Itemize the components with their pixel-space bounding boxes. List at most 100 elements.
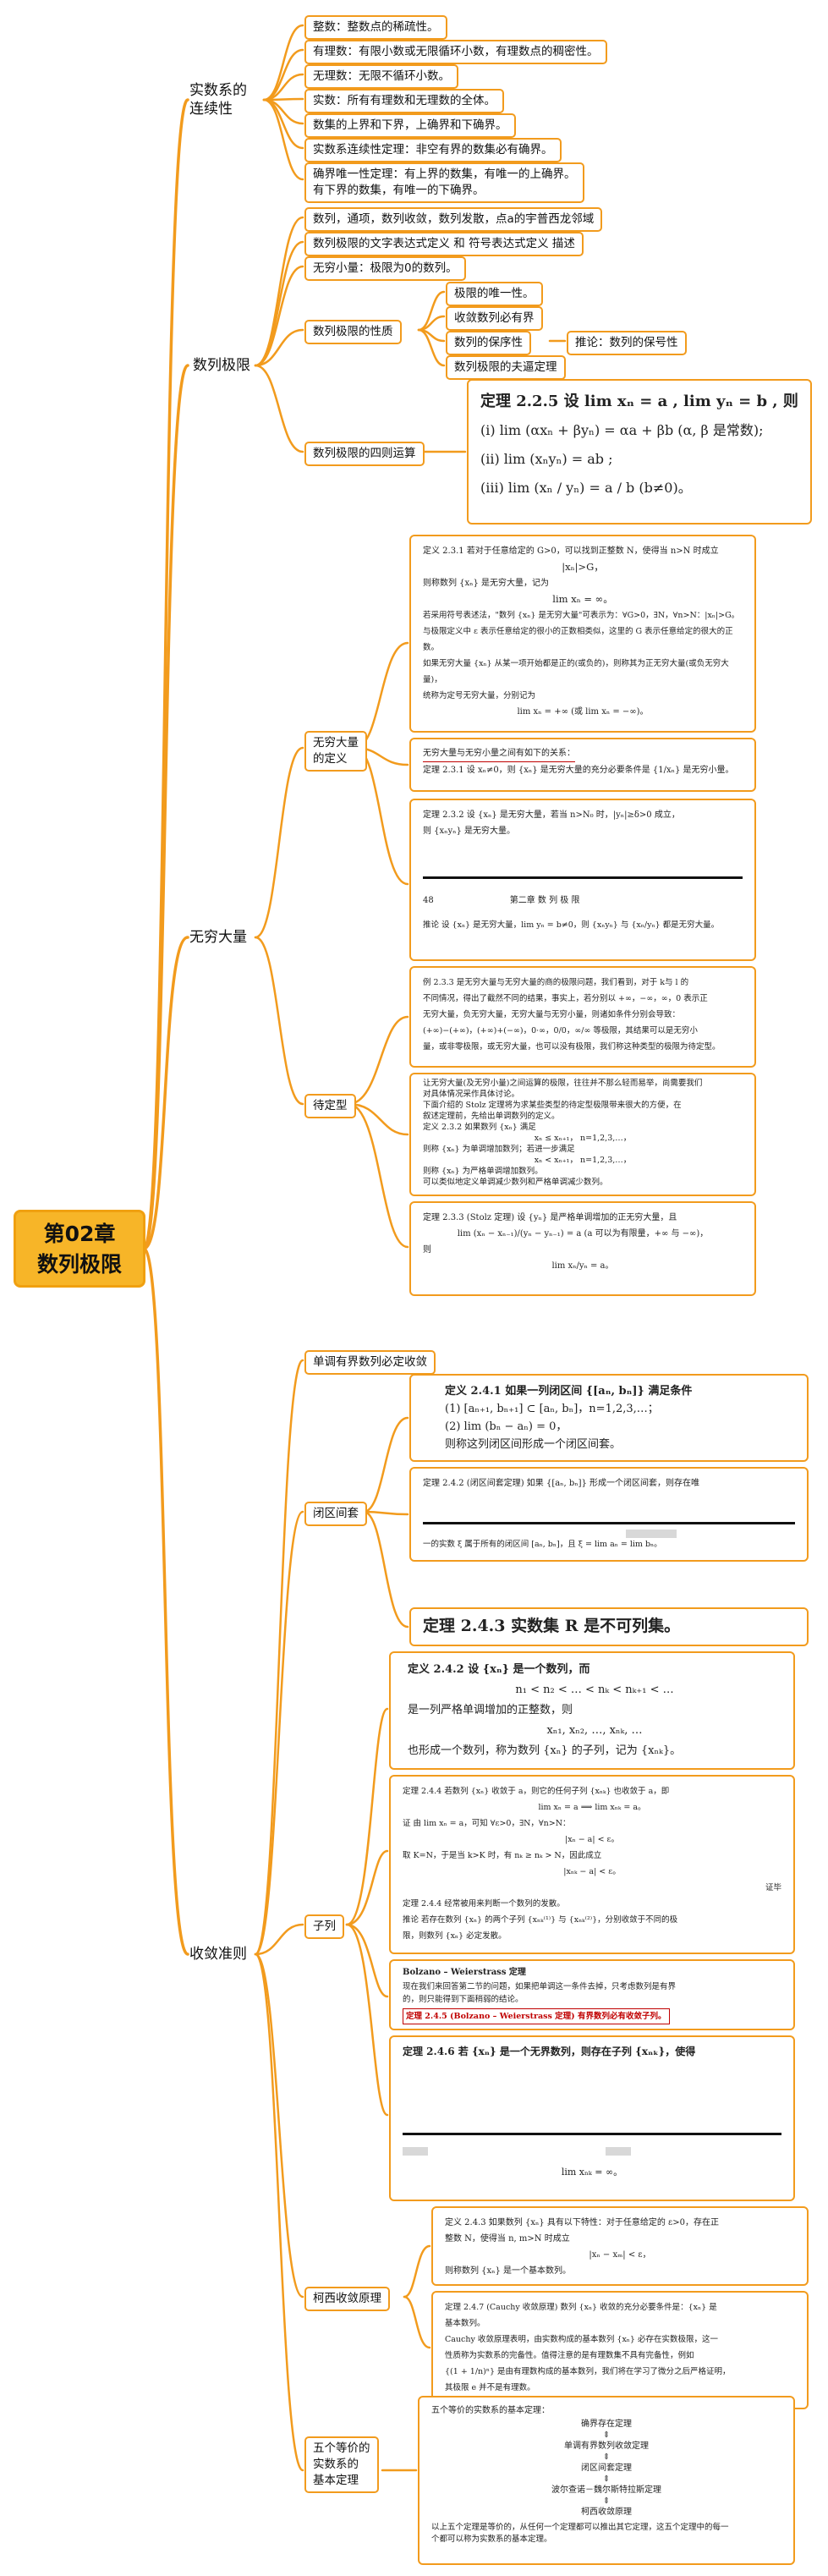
leaf-limit-definition[interactable]: 数列极限的文字表达式定义 和 符号表达式定义 描述 xyxy=(304,232,584,256)
topic-completeness-line1: 实数系的 xyxy=(189,82,247,99)
thm-2-4-4-l9: 推论 若存在数列 {xₙ} 的两个子列 {xₙₖ⁽¹⁾} 与 {xₙₖ⁽²⁾}，… xyxy=(403,1915,678,1925)
def-2-4-2-l3: 是一列严格单调增加的正整数，则 xyxy=(408,1704,573,1716)
def-2-3-1-l5: 若采用符号表述法，"数列 {xₙ} 是无穷大量"可表示为：∀G>0，∃N，∀n>… xyxy=(423,611,740,620)
leaf-squeeze[interactable]: 数列极限的夫逼定理 xyxy=(446,355,566,380)
topic-completeness-line2: 连续性 xyxy=(189,101,233,118)
def-2-3-1-l7: 如果无穷大量 {xₙ} 从某一项开始都是正的(或负的)，则称其为正无穷大量(或负… xyxy=(423,659,729,684)
thm-2-4-7-l4: 性质称为实数系的完备性。值得注意的是有理数集不具有完备性，例如 xyxy=(445,2351,694,2360)
leaf-uniqueness[interactable]: 极限的唯一性。 xyxy=(446,282,543,306)
leaf-limit-properties[interactable]: 数列极限的性质 xyxy=(304,320,402,344)
leaf-bounded[interactable]: 收敛数列必有界 xyxy=(446,306,543,331)
root-topic[interactable]: 第02章 数列极限 xyxy=(14,1210,145,1288)
theorem-2-2-5-head: 定理 2.2.5 设 lim xₙ = a , lim yₙ = b , 则 xyxy=(480,393,798,410)
stolz-l1: 定理 2.3.3 (Stolz 定理) 设 {yₙ} 是严格单调增加的正无穷大量… xyxy=(423,1213,677,1222)
card-monotone-definition[interactable]: 让无穷大量(及无穷小量)之间运算的极限，往往并不那么轻而易举，尚需要我们 对具体… xyxy=(409,1073,756,1196)
thm-2-4-2-l2: 一的实数 ξ 属于所有的闭区间 [aₙ, bₙ]，且 ξ = lim aₙ = … xyxy=(423,1540,662,1549)
equiv-leaf-line3: 基本定理 xyxy=(313,2474,359,2487)
leaf-cauchy[interactable]: 柯西收敛原理 xyxy=(304,2287,390,2311)
card-theorem-2-2-5[interactable]: 定理 2.2.5 设 lim xₙ = a , lim yₙ = b , 则 (… xyxy=(467,379,812,525)
topic-convergence-criteria[interactable]: 收敛准则 xyxy=(189,1945,247,1964)
card-theorem-2-4-6[interactable]: 定理 2.4.6 若 {xₙ} 是一个无界数列，则存在子列 {xₙₖ}，使得 l… xyxy=(389,2035,795,2201)
stolz-pre-l9: 则称 {xₙ} 为严格单调增加数列。 xyxy=(423,1167,543,1176)
card-cauchy-theorem[interactable]: 定理 2.4.7 (Cauchy 收敛原理) 数列 {xₙ} 收敛的充分必要条件… xyxy=(431,2291,809,2409)
def-2-4-3-l2: 整数 N，使得当 n, m>N 时成立 xyxy=(445,2234,570,2244)
page-number: 48 xyxy=(423,896,434,905)
thm-2-4-7-l6: 其极限 e 并不是有理数。 xyxy=(445,2383,535,2392)
thm-2-4-6-rule xyxy=(403,2060,781,2135)
topic-infinity[interactable]: 无穷大量 xyxy=(189,928,247,947)
thm-2-4-3-text: 定理 2.4.3 实数集 R 是不可列集。 xyxy=(423,1617,681,1635)
stolz-l2: lim (xₙ − xₙ₋₁)/(yₙ − yₙ₋₁) = a (a 可以为有限… xyxy=(457,1229,709,1239)
stolz-l4: lim xₙ/yₙ = a。 xyxy=(551,1261,614,1271)
bolzano-title: Bolzano – Weierstrass 定理 xyxy=(403,1968,526,1977)
def-2-4-3-l1: 定义 2.4.3 如果数列 {xₙ} 具有以下特性：对于任意给定的 ε>0，存在… xyxy=(445,2218,719,2227)
bolzano-l3: 定理 2.4.5 (Bolzano – Weierstrass 定理) 有界数列… xyxy=(403,2008,670,2024)
thm-2-4-7-l2: 基本数列。 xyxy=(445,2319,485,2328)
thm-2-4-4-l6: |xₙₖ − a| < ε。 xyxy=(563,1867,621,1876)
leaf-sign-preserving[interactable]: 推论：数列的保号性 xyxy=(567,331,687,355)
def-2-3-1-l9: lim xₙ = +∞ (或 lim xₙ = −∞)。 xyxy=(517,707,649,717)
leaf-rationals[interactable]: 有理数：有限小数或无限循环小数，有理数点的稠密性。 xyxy=(304,40,607,64)
leaf-supremum-uniqueness[interactable]: 确界唯一性定理：有上界的数集，有唯一的上确界。 有下界的数集，有唯一的下确界。 xyxy=(304,162,584,203)
def-2-3-1-l8: 统称为定号无穷大量，分别记为 xyxy=(423,691,536,700)
topic-completeness[interactable]: 实数系的 连续性 xyxy=(189,81,247,118)
card-stolz-theorem[interactable]: 定理 2.3.3 (Stolz 定理) 设 {yₙ} 是严格单调增加的正无穷大量… xyxy=(409,1201,756,1296)
indeterminate-l4: (+∞)−(+∞)，(+∞)+(−∞)，0·∞，0/0，∞/∞ 等极限，其结果可… xyxy=(423,1026,698,1035)
def-2-4-1-l1: 定义 2.4.1 如果一列闭区间 {[aₙ, bₙ]} 满足条件 xyxy=(445,1385,693,1398)
card-definition-2-4-1[interactable]: 定义 2.4.1 如果一列闭区间 {[aₙ, bₙ]} 满足条件 (1) [aₙ… xyxy=(409,1374,809,1462)
card-bolzano-weierstrass[interactable]: Bolzano – Weierstrass 定理 现在我们来回答第二节的问题，如… xyxy=(389,1959,795,2030)
theorem-2-2-5-i: (i) lim (αxₙ + βyₙ) = αa + βb (α, β 是常数)… xyxy=(480,422,764,438)
leaf-equivalent-theorems[interactable]: 五个等价的 实数系的 基本定理 xyxy=(304,2436,379,2493)
card-theorem-2-4-3[interactable]: 定理 2.4.3 实数集 R 是不可列集。 xyxy=(409,1607,809,1646)
equiv-item-3: 闭区间套定理 xyxy=(581,2463,632,2473)
leaf-infinity-definition[interactable]: 无穷大量的定义 xyxy=(304,731,367,772)
card-theorem-2-3-1[interactable]: 无穷大量与无穷小量之间有如下的关系： 定理 2.3.1 设 xₙ≠0，则 {xₙ… xyxy=(409,738,756,792)
equiv-arrow-1: ⇕ xyxy=(602,2430,611,2440)
equiv-item-2: 单调有界数列收敛定理 xyxy=(564,2441,649,2451)
indeterminate-l2: 不同情况，得出了截然不同的结果，事实上，若分别以 +∞，−∞，∞，0 表示正 xyxy=(423,994,708,1003)
card-indeterminate-forms[interactable]: 例 2.3.3 是无穷大量与无穷大量的商的极限问题，我们看到，对于 k与 l 的… xyxy=(409,966,756,1068)
indeterminate-l5: 量，或非零极限，或无穷大量，也可以没有极限，我们称这种类型的极限为待定型。 xyxy=(423,1042,721,1052)
stolz-pre-l5: 定义 2.3.2 如果数列 {xₙ} 满足 xyxy=(423,1123,536,1132)
blurred-strip xyxy=(423,1524,795,1538)
leaf-continuity-theorem[interactable]: 实数系连续性定理：非空有界的数集必有确界。 xyxy=(304,138,562,162)
stolz-pre-l10: 可以类似地定义单调减少数列和严格单调减少数列。 xyxy=(423,1178,608,1187)
leaf-reals[interactable]: 实数：所有有理数和无理数的全体。 xyxy=(304,89,504,113)
leaf-monotone-bounded[interactable]: 单调有界数列必定收敛 xyxy=(304,1350,436,1375)
def-2-3-1-l2: |xₙ|>G， xyxy=(562,561,604,573)
card-theorem-2-3-2[interactable]: 定理 2.3.2 设 {xₙ} 是无穷大量，若当 n>N₀ 时，|yₙ|≥δ>0… xyxy=(409,799,756,961)
supremum-uniqueness-line2: 有下界的数集，有唯一的下确界。 xyxy=(313,184,485,197)
equiv-leaf-line1: 五个等价的 xyxy=(313,2441,370,2455)
stolz-pre-l6: xₙ ≤ xₙ₊₁， n=1,2,3,…， xyxy=(534,1134,632,1143)
thm-2-4-2-rule xyxy=(423,1491,795,1524)
leaf-sequence-basics[interactable]: 数列，通项，数列收敛，数列发散，点a的宇普西龙邻域 xyxy=(304,207,603,232)
equiv-arrow-4: ⇕ xyxy=(602,2496,611,2506)
stolz-pre-l4: 叙述定理前，先给出单调数列的定义。 xyxy=(423,1112,560,1121)
card-definition-2-4-2[interactable]: 定义 2.4.2 设 {xₙ} 是一个数列，而 n₁ < n₂ < … < nₖ… xyxy=(389,1651,795,1770)
leaf-bounds[interactable]: 数集的上界和下界，上确界和下确界。 xyxy=(304,113,516,138)
thm-2-4-6-l2: lim xₙₖ = ∞。 xyxy=(561,2167,623,2178)
leaf-nested-intervals[interactable]: 闭区间套 xyxy=(304,1502,367,1526)
def-2-4-2-l5: 也形成一个数列，称为数列 {xₙ} 的子列，记为 {xₙₖ}。 xyxy=(408,1744,682,1757)
card-theorem-2-4-4[interactable]: 定理 2.4.4 若数列 {xₙ} 收敛于 a，则它的任何子列 {xₙₖ} 也收… xyxy=(389,1775,795,1954)
leaf-limit-arithmetic[interactable]: 数列极限的四则运算 xyxy=(304,442,425,466)
leaf-order-preserving[interactable]: 数列的保序性 xyxy=(446,331,531,355)
leaf-indeterminate[interactable]: 待定型 xyxy=(304,1094,356,1118)
card-definition-2-4-3[interactable]: 定义 2.4.3 如果数列 {xₙ} 具有以下特性：对于任意给定的 ε>0，存在… xyxy=(431,2206,809,2286)
card-equivalent-theorems[interactable]: 五个等价的实数系的基本定理： 确界存在定理 ⇕ 单调有界数列收敛定理 ⇕ 闭区间… xyxy=(418,2396,795,2565)
card-theorem-2-4-2[interactable]: 定理 2.4.2 (闭区间套定理) 如果 {[aₙ, bₙ]} 形成一个闭区间套… xyxy=(409,1467,809,1562)
stolz-pre-l1: 让无穷大量(及无穷小量)之间运算的极限，往往并不那么轻而易举，尚需要我们 xyxy=(423,1079,703,1088)
leaf-integers[interactable]: 整数：整数点的稀疏性。 xyxy=(304,15,447,40)
stolz-pre-l8: xₙ < xₙ₊₁， n=1,2,3,…， xyxy=(534,1156,632,1165)
card-definition-2-3-1[interactable]: 定义 2.3.1 若对于任意给定的 G>0，可以找到正整数 N，使得当 n>N … xyxy=(409,535,756,733)
thm-2-3-2-corollary: 推论 设 {xₙ} 是无穷大量，lim yₙ = b≠0，则 {xₙyₙ} 与 … xyxy=(423,920,720,930)
thm-2-4-7-l5: {(1 + 1/n)ⁿ} 是由有理数构成的基本数列，我们将在学习了微分之后严格证… xyxy=(445,2367,731,2376)
leaf-subsequence[interactable]: 子列 xyxy=(304,1914,344,1939)
indeterminate-l3: 无穷大量，负无穷大量，无穷大量与无穷小量，则诸如条件分别会导致： xyxy=(423,1010,681,1019)
thm-2-4-4-l8: 定理 2.4.4 经常被用来判断一个数列的发散。 xyxy=(403,1899,565,1909)
def-2-3-1-l6: 与极限定义中 ε 表示任意给定的很小的正数相类似，这里的 G 表示任意给定的很大… xyxy=(423,627,733,652)
leaf-irrationals[interactable]: 无理数：无限不循环小数。 xyxy=(304,64,458,89)
leaf-infinitesimal[interactable]: 无穷小量：极限为0的数列。 xyxy=(304,256,466,281)
equiv-item-1: 确界存在定理 xyxy=(581,2419,632,2429)
topic-sequence-limits[interactable]: 数列极限 xyxy=(193,356,250,375)
